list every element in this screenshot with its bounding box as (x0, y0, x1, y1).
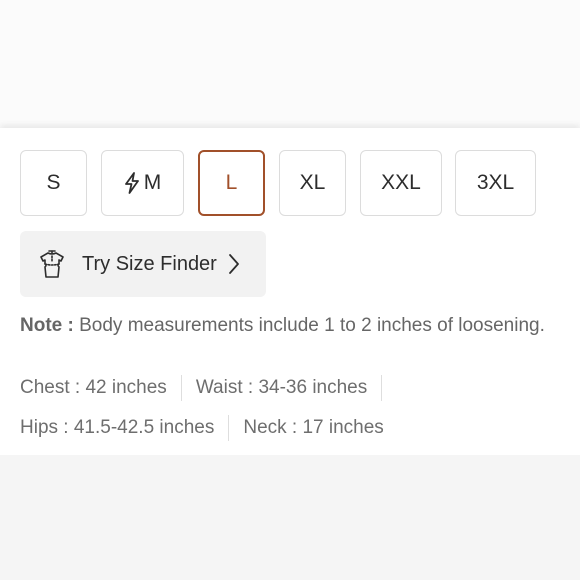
note-prefix: Note : (20, 315, 74, 336)
size-label: L (225, 171, 238, 194)
waist-measurement: Waist : 34-36 inches (195, 377, 368, 398)
size-label: 3XL (476, 171, 515, 194)
top-band (0, 0, 580, 128)
size-label: M (143, 171, 162, 194)
divider (381, 375, 383, 401)
measurements-row-2: Hips : 41.5-42.5 inches Neck : 17 inches (20, 414, 384, 442)
sizing-note: Note : Body measurements include 1 to 2 … (20, 312, 560, 340)
lightning-bolt-icon (124, 172, 140, 194)
neck-measurement: Neck : 17 inches (243, 417, 384, 438)
size-button-l[interactable]: L (198, 150, 265, 216)
size-button-s[interactable]: S (20, 150, 87, 216)
size-button-3xl[interactable]: 3XL (455, 150, 536, 216)
chest-measurement: Chest : 42 inches (20, 377, 167, 398)
divider (180, 375, 182, 401)
note-text: Body measurements include 1 to 2 inches … (79, 315, 545, 336)
size-finder-label: Try Size Finder (82, 252, 217, 275)
size-button-m[interactable]: M (101, 150, 184, 216)
bottom-band (0, 455, 580, 580)
divider (228, 415, 230, 441)
size-label: S (46, 171, 61, 194)
size-label: XXL (381, 171, 421, 194)
size-finder-button[interactable]: Try Size Finder (20, 231, 266, 297)
mannequin-icon (36, 248, 68, 280)
size-button-xxl[interactable]: XXL (360, 150, 442, 216)
size-button-xl[interactable]: XL (279, 150, 346, 216)
chevron-right-icon (227, 253, 241, 275)
measurements-row-1: Chest : 42 inches Waist : 34-36 inches (20, 374, 396, 402)
size-label: XL (299, 171, 326, 194)
hips-measurement: Hips : 41.5-42.5 inches (20, 417, 215, 438)
